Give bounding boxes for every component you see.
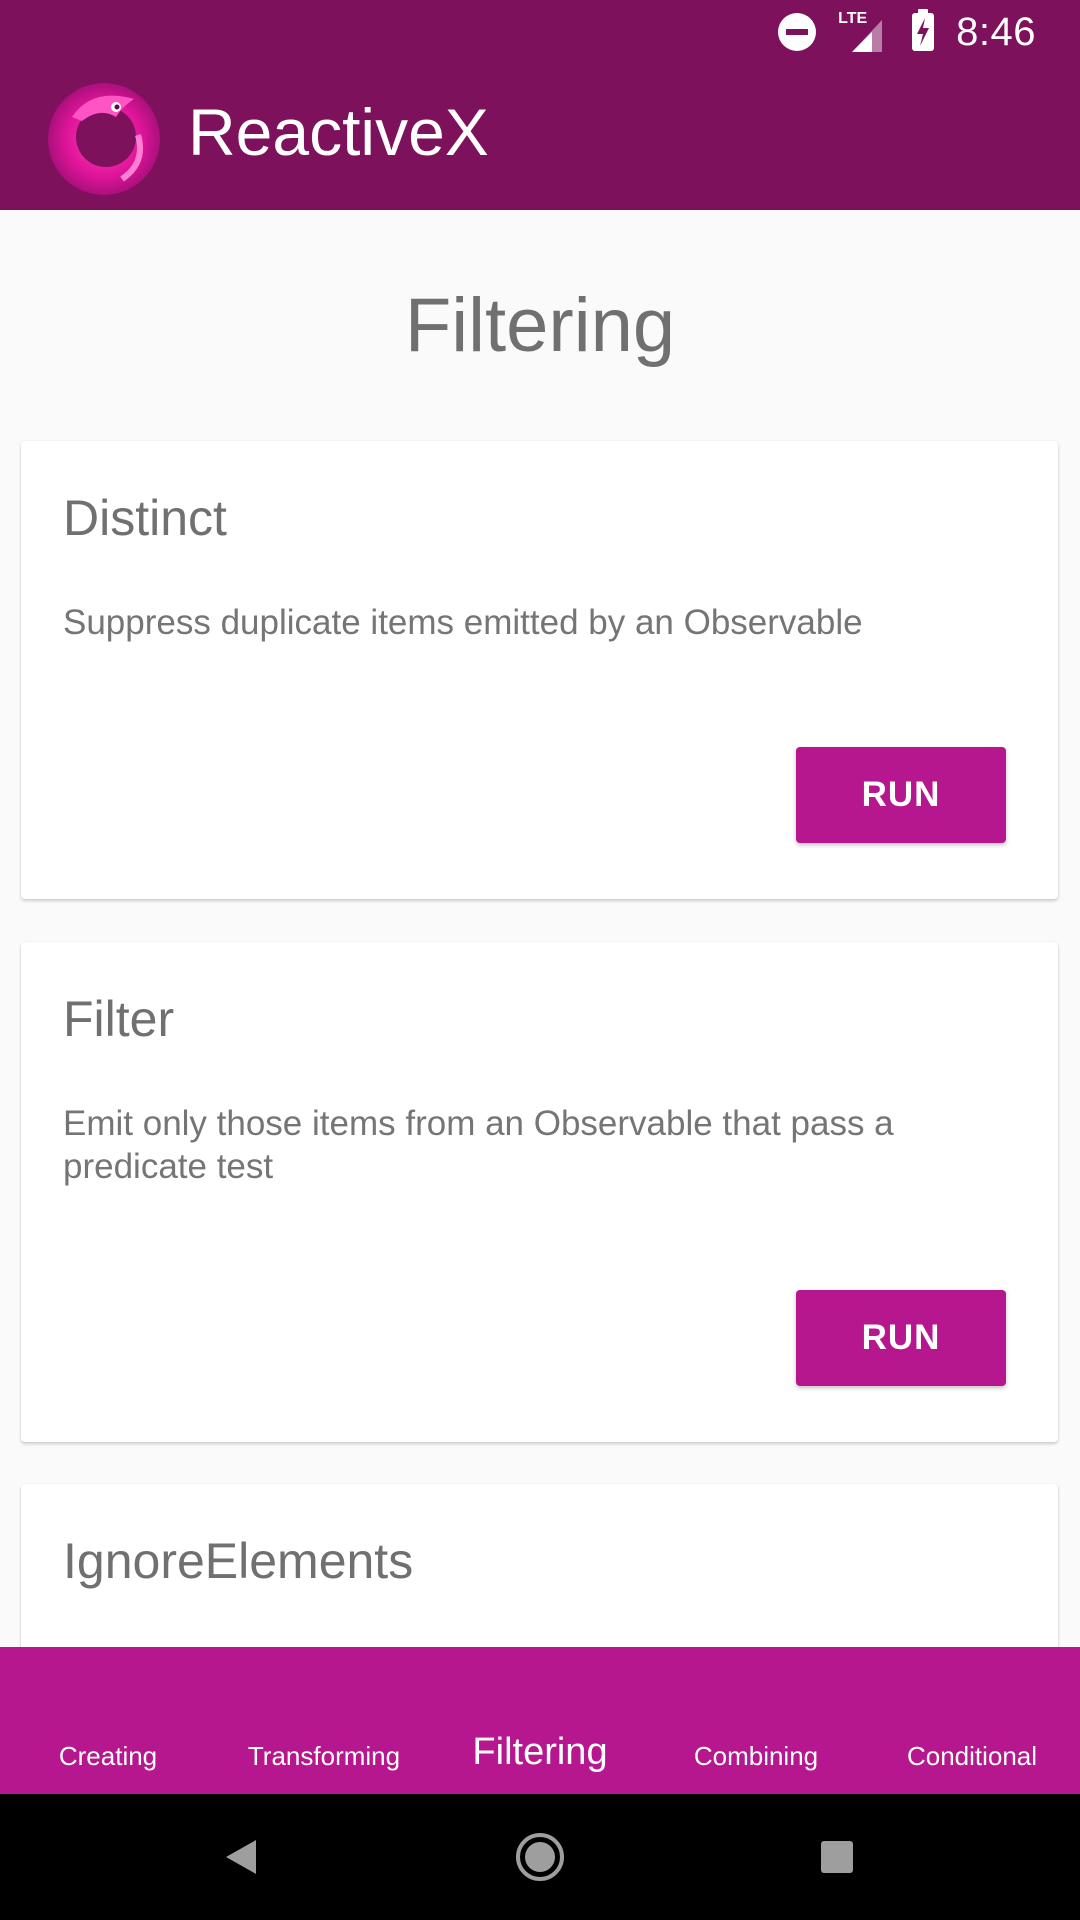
do-not-disturb-icon <box>778 13 817 51</box>
back-icon[interactable] <box>208 1824 274 1890</box>
card-title: Filter <box>63 991 175 1047</box>
page-title: Filtering <box>404 283 676 368</box>
operator-card-filter: Filter Emit only those items from an Obs… <box>21 942 1058 1442</box>
reactivex-logo-icon <box>42 77 166 197</box>
run-button-distinct[interactable]: RUN <box>796 747 1006 843</box>
recents-icon[interactable] <box>804 1824 870 1890</box>
operator-card-ignoreelements: IgnoreElements <box>21 1484 1058 1647</box>
tab-conditional[interactable]: Conditional <box>864 1647 1080 1794</box>
card-title: IgnoreElements <box>63 1533 414 1589</box>
battery-charging-icon <box>912 9 935 51</box>
system-navigation-bar <box>0 1794 1080 1920</box>
top-bar: LTE 8:46 ReactiveX <box>0 0 1080 210</box>
tab-combining[interactable]: Combining <box>648 1647 864 1794</box>
tab-creating[interactable]: Creating <box>0 1647 216 1794</box>
card-description: Emit only those items from an Observable… <box>63 1104 894 1186</box>
status-bar: LTE 8:46 <box>0 0 1080 63</box>
status-time: 8:46 <box>956 9 1036 54</box>
bottom-navigation: Creating Transforming Filtering Combinin… <box>0 1647 1080 1794</box>
tab-transforming[interactable]: Transforming <box>216 1647 432 1794</box>
screen: LTE 8:46 ReactiveX Filtering Distinct Su… <box>0 0 1080 1920</box>
app-title: ReactiveX <box>188 95 489 169</box>
card-title: Distinct <box>63 490 227 546</box>
card-description: Suppress duplicate items emitted by an O… <box>63 603 863 642</box>
content-scroll[interactable]: Filtering Distinct Suppress duplicate it… <box>0 210 1080 1647</box>
tab-filtering[interactable]: Filtering <box>432 1647 648 1794</box>
operator-card-distinct: Distinct Suppress duplicate items emitte… <box>21 441 1058 899</box>
lte-signal-icon: LTE <box>838 10 890 54</box>
home-icon[interactable] <box>507 1824 573 1890</box>
status-icons: LTE 8:46 <box>778 8 1036 56</box>
app-bar: ReactiveX <box>0 63 1080 210</box>
run-button-filter[interactable]: RUN <box>796 1290 1006 1386</box>
